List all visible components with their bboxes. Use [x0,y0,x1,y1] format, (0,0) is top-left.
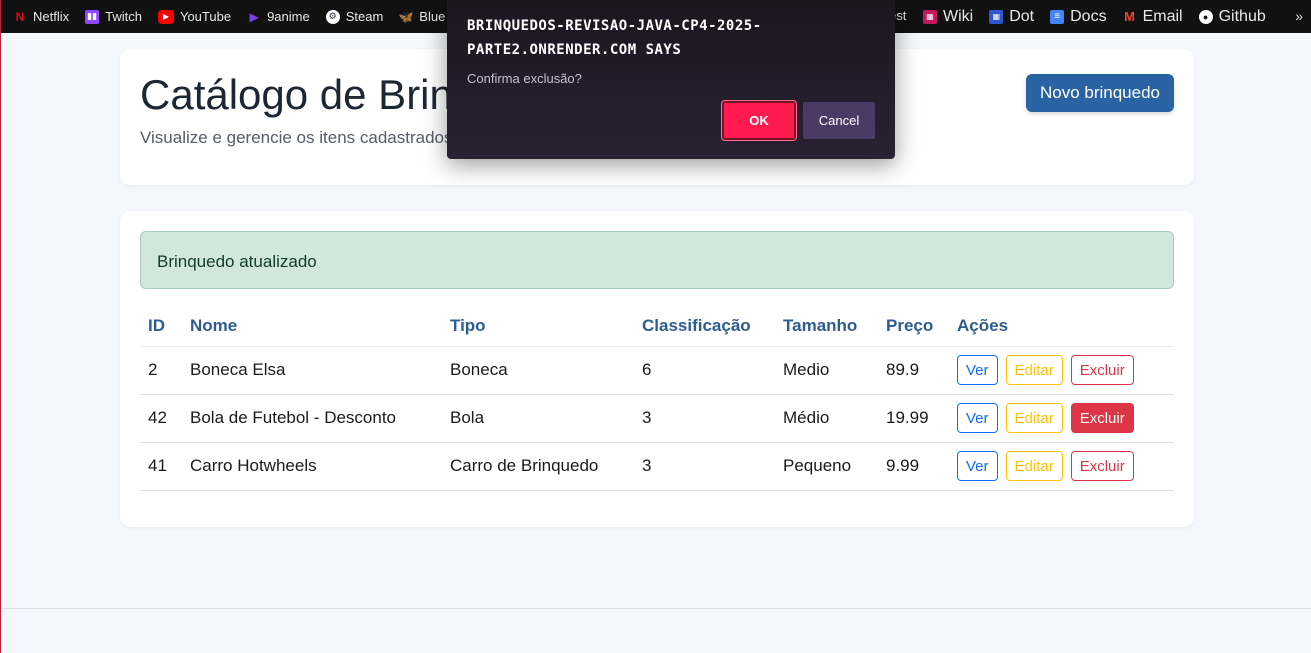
bookmark-email[interactable]: M Email [1123,8,1182,26]
dialog-title: brinquedos-revisao-java-cp4-2025-parte2.… [467,18,762,58]
cell-classificacao: 6 [634,346,775,395]
bookmark-bluesky[interactable]: 🦋 Blue [398,9,446,24]
bookmark-github[interactable]: ● Github [1198,8,1266,26]
docs-icon: ≡ [1050,9,1065,24]
edit-button[interactable]: Editar [1005,355,1063,385]
view-button[interactable]: Ver [957,451,998,481]
table-row: 2 Boneca Elsa Boneca 6 Medio 89.9 Ver Ed… [140,346,1174,395]
table-row: 42 Bola de Futebol - Desconto Bola 3 Méd… [140,394,1174,443]
cell-tamanho: Médio [775,394,878,443]
cell-id: 42 [140,394,182,443]
col-tamanho: Tamanho [775,307,878,347]
bookmark-docs[interactable]: ≡ Docs [1050,8,1107,26]
page-subtitle: Visualize e gerencie os itens cadastrado… [140,128,453,147]
cell-preco: 19.99 [878,394,949,443]
new-toy-button[interactable]: Novo brinquedo [1025,74,1174,112]
table-row: 41 Carro Hotwheels Carro de Brinquedo 3 … [140,442,1174,491]
bookmark-twitch[interactable]: ▮▮ Twitch [85,9,142,24]
cell-tamanho: Pequeno [775,442,878,491]
cell-classificacao: 3 [634,442,775,491]
wiki-icon: ▦ [923,9,937,24]
col-id: ID [140,307,182,347]
bookmarks-bar-right: ▦ Wiki ▦ Dot ≡ Docs M Email ● Github [923,0,1282,33]
view-button[interactable]: Ver [957,355,998,385]
cell-nome: Boneca Elsa [182,346,442,395]
bookmark-netflix[interactable]: N Netflix [13,9,69,24]
dialog-message: Confirma exclusão? [467,71,582,86]
cell-tamanho: Medio [775,346,878,395]
cancel-button[interactable]: Cancel [803,102,875,139]
table-header-row: ID Nome Tipo Classificação Tamanho Preço… [140,307,1174,347]
cell-id: 41 [140,442,182,491]
delete-button[interactable]: Excluir [1070,451,1134,481]
toys-table: ID Nome Tipo Classificação Tamanho Preço… [140,307,1174,491]
cell-tipo: Bola [442,394,634,443]
cell-preco: 89.9 [878,346,949,395]
edit-button[interactable]: Editar [1005,451,1063,481]
cell-actions: Ver Editar Excluir [949,394,1174,443]
cell-tipo: Boneca [442,346,634,395]
catalog-card: Brinquedo atualizado ID Nome Tipo Classi… [120,211,1194,527]
bookmark-steam[interactable]: ⚙ Steam [325,9,383,24]
delete-button[interactable]: Excluir [1070,355,1134,385]
gmail-icon: M [1124,9,1135,24]
success-alert: Brinquedo atualizado [140,231,1174,289]
bookmarks-overflow-icon[interactable]: » [1295,8,1303,24]
cell-actions: Ver Editar Excluir [949,442,1174,491]
bookmark-youtube[interactable]: ▶ YouTube [157,9,231,24]
bookmark-wiki[interactable]: ▦ Wiki [923,8,973,26]
steam-icon: ⚙ [325,9,340,24]
bluesky-icon: 🦋 [398,9,414,24]
bookmark-dot[interactable]: ▦ Dot [989,8,1034,26]
bookmark-9anime[interactable]: ▶ 9anime [247,9,309,24]
cell-tipo: Carro de Brinquedo [442,442,634,491]
ok-button[interactable]: OK [722,101,796,140]
col-tipo: Tipo [442,307,634,347]
col-nome: Nome [182,307,442,347]
confirm-dialog: brinquedos-revisao-java-cp4-2025-parte2.… [447,0,895,159]
cell-preco: 9.99 [878,442,949,491]
cell-nome: Carro Hotwheels [182,442,442,491]
view-button[interactable]: Ver [957,403,998,433]
github-icon: ● [1198,9,1213,24]
cell-nome: Bola de Futebol - Desconto [182,394,442,443]
9anime-icon: ▶ [249,9,259,24]
netflix-icon: N [15,9,25,24]
col-preco: Preço [878,307,949,347]
twitch-icon: ▮▮ [85,9,100,24]
youtube-icon: ▶ [157,9,174,24]
edit-button[interactable]: Editar [1005,403,1063,433]
footer-divider [1,608,1311,609]
delete-button[interactable]: Excluir [1070,403,1134,433]
col-acoes: Ações [949,307,1174,347]
cell-classificacao: 3 [634,394,775,443]
cell-actions: Ver Editar Excluir [949,346,1174,395]
cell-id: 2 [140,346,182,395]
page-title: Catálogo de Brin [140,71,453,118]
col-classificacao: Classificação [634,307,775,347]
dot-icon: ▦ [989,9,1004,24]
